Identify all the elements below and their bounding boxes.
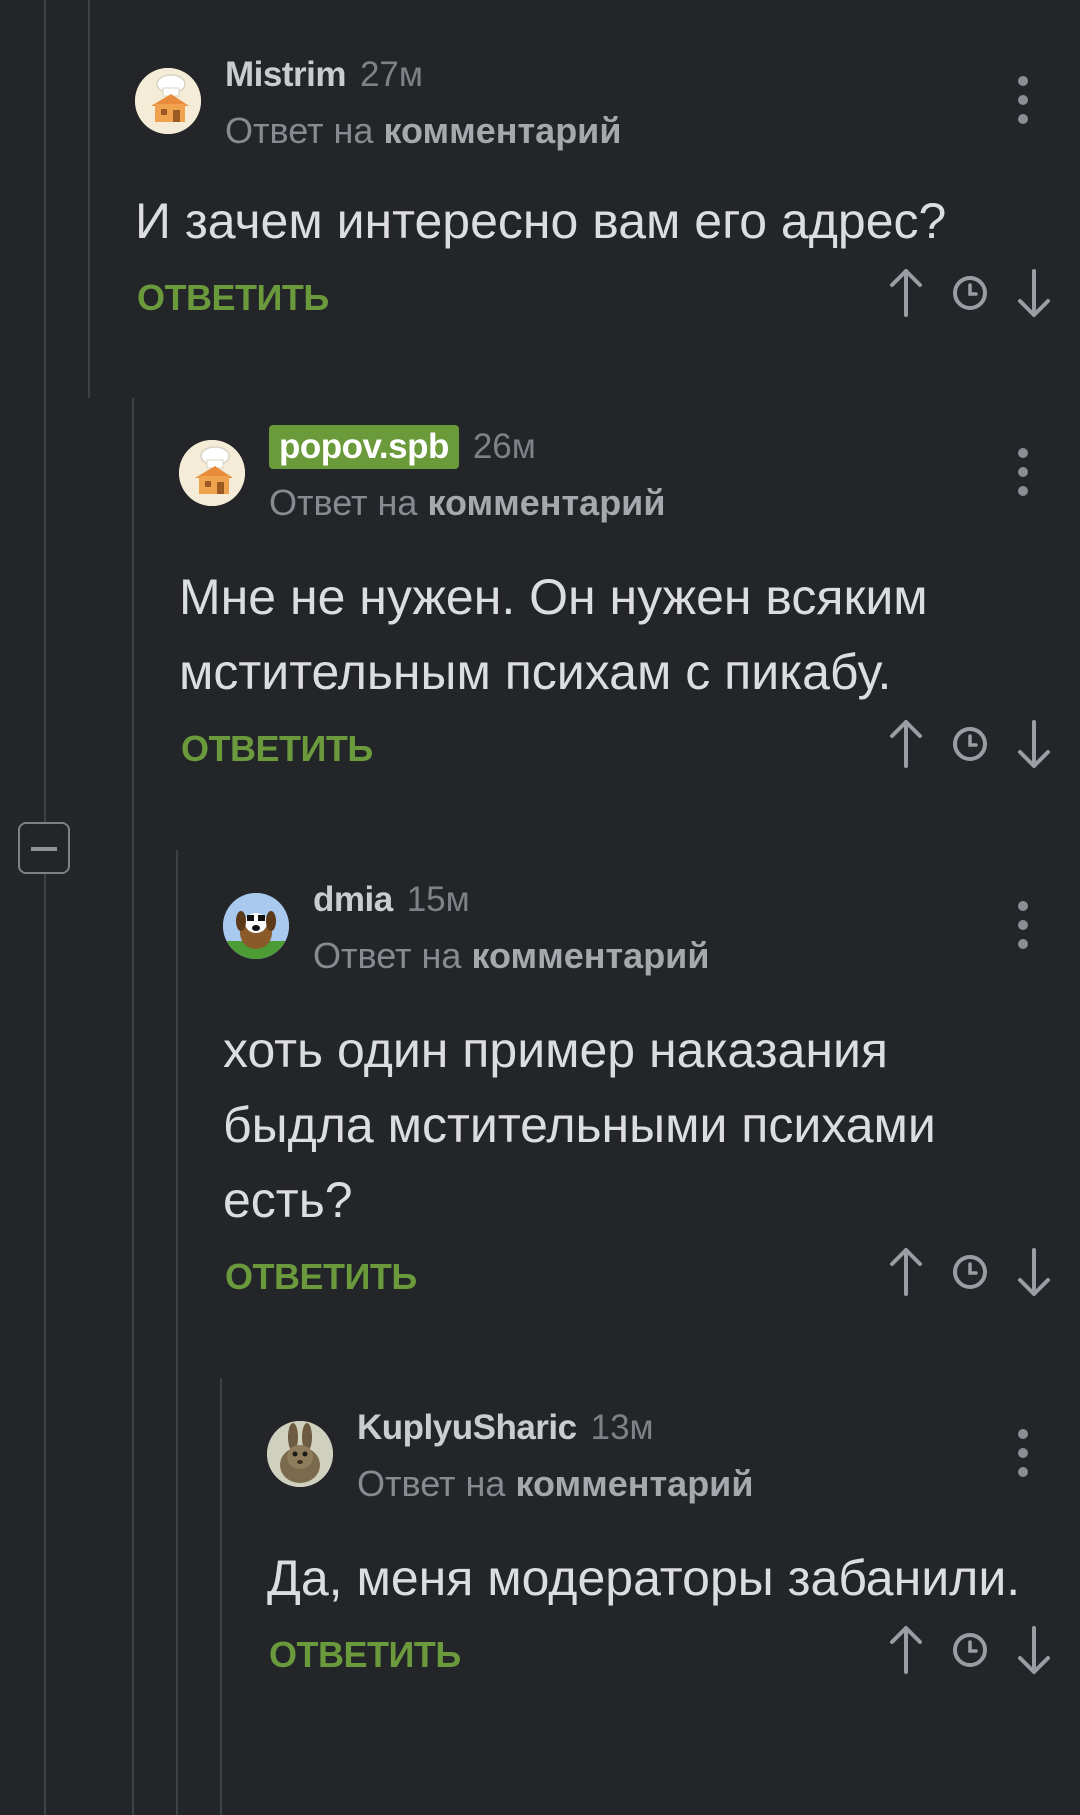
- more-options-icon[interactable]: [1008, 901, 1038, 949]
- reply-prefix: Ответ на: [269, 482, 418, 523]
- reply-target-link[interactable]: комментарий: [471, 935, 709, 976]
- timestamp: 15м: [406, 880, 470, 919]
- comment-text: хоть один пример наказания быдла мстител…: [223, 1022, 936, 1228]
- clock-icon[interactable]: [946, 716, 994, 772]
- collapse-thread-button[interactable]: [18, 822, 70, 874]
- thread-line-1-lower: [44, 874, 46, 1815]
- upvote-arrow-icon[interactable]: [882, 1244, 930, 1300]
- more-options-icon[interactable]: [1008, 76, 1038, 124]
- timestamp: 26м: [472, 427, 536, 466]
- downvote-arrow-icon[interactable]: [1010, 716, 1058, 772]
- thread-line-1: [44, 0, 46, 822]
- clock-icon[interactable]: [946, 265, 994, 321]
- comment-actions: ОТВЕТИТЬ: [267, 1622, 1080, 1692]
- chef-house-avatar-icon[interactable]: [135, 68, 201, 134]
- comment-dmia: dmia 15м Ответ на комментарий хоть один …: [223, 875, 1080, 1314]
- thread-line-3: [132, 398, 134, 1815]
- reply-button[interactable]: ОТВЕТИТЬ: [137, 277, 329, 319]
- comment-text: Да, меня модераторы забанили.: [267, 1550, 1021, 1606]
- comment-popov-spb: popov.spb 26м Ответ на комментарий Мне н…: [179, 422, 1080, 786]
- thread-line-2: [88, 0, 90, 398]
- reply-to-line: Ответ на комментарий: [357, 1463, 753, 1505]
- hare-avatar-icon[interactable]: [267, 1421, 333, 1487]
- reply-prefix: Ответ на: [225, 110, 374, 151]
- reply-to-line: Ответ на комментарий: [269, 482, 665, 524]
- comment-kuplyusharic: KuplyuSharic 13м Ответ на комментарий Да…: [267, 1403, 1080, 1692]
- reply-target-link[interactable]: комментарий: [515, 1463, 753, 1504]
- comment-actions: ОТВЕТИТЬ: [223, 1244, 1080, 1314]
- more-options-icon[interactable]: [1008, 1429, 1038, 1477]
- reply-target-link[interactable]: комментарий: [427, 482, 665, 523]
- comment-actions: ОТВЕТИТЬ: [135, 265, 1080, 335]
- reply-prefix: Ответ на: [357, 1463, 506, 1504]
- downvote-arrow-icon[interactable]: [1010, 265, 1058, 321]
- clock-icon[interactable]: [946, 1622, 994, 1678]
- more-options-icon[interactable]: [1008, 448, 1038, 496]
- username[interactable]: KuplyuSharic: [357, 1408, 577, 1448]
- comment-actions: ОТВЕТИТЬ: [179, 716, 1080, 786]
- reply-to-line: Ответ на комментарий: [225, 110, 621, 152]
- upvote-arrow-icon[interactable]: [882, 1622, 930, 1678]
- thread-line-4: [176, 850, 178, 1815]
- dog-avatar-icon[interactable]: [223, 893, 289, 959]
- username-badge[interactable]: popov.spb: [269, 425, 459, 469]
- comment-text: Мне не нужен. Он нужен всяким мстительны…: [179, 569, 928, 700]
- timestamp: 13м: [590, 1408, 654, 1447]
- downvote-arrow-icon[interactable]: [1010, 1622, 1058, 1678]
- clock-icon[interactable]: [946, 1244, 994, 1300]
- upvote-arrow-icon[interactable]: [882, 265, 930, 321]
- reply-button[interactable]: ОТВЕТИТЬ: [225, 1256, 417, 1298]
- upvote-arrow-icon[interactable]: [882, 716, 930, 772]
- timestamp: 27м: [359, 55, 423, 94]
- chef-house-avatar-icon[interactable]: [179, 440, 245, 506]
- reply-to-line: Ответ на комментарий: [313, 935, 709, 977]
- reply-button[interactable]: ОТВЕТИТЬ: [269, 1634, 461, 1676]
- thread-line-5: [220, 1378, 222, 1815]
- reply-button[interactable]: ОТВЕТИТЬ: [181, 728, 373, 770]
- downvote-arrow-icon[interactable]: [1010, 1244, 1058, 1300]
- reply-target-link[interactable]: комментарий: [383, 110, 621, 151]
- username[interactable]: Mistrim: [225, 55, 346, 95]
- comment-text: И зачем интересно вам его адрес?: [135, 193, 947, 249]
- comment-mistrim: Mistrim 27м Ответ на комментарий И зачем…: [135, 50, 1080, 335]
- reply-prefix: Ответ на: [313, 935, 462, 976]
- username[interactable]: dmia: [313, 880, 393, 920]
